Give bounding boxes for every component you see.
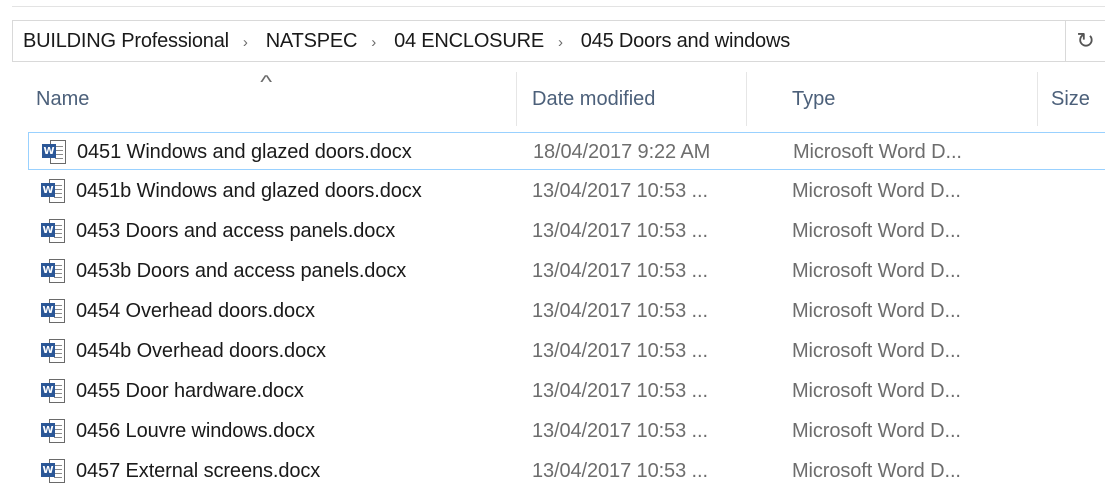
- column-header-size[interactable]: Size: [1051, 72, 1105, 126]
- file-type: Microsoft Word D...: [792, 219, 961, 242]
- window-top-strip: [0, 0, 1105, 20]
- file-row[interactable]: W 0451b Windows and glazed doors.docx 13/0…: [28, 172, 1105, 210]
- file-row[interactable]: W 0451 Windows and glazed doors.docx 18/04…: [28, 132, 1105, 170]
- file-row[interactable]: W 0456 Louvre windows.docx 13/04/2017 10:5…: [28, 412, 1105, 450]
- address-bar[interactable]: BUILDING Professional › NATSPEC › 04 ENC…: [12, 20, 1105, 62]
- column-header-row: ^ Name Date modified Type Size: [0, 72, 1105, 126]
- file-name: 0455 Door hardware.docx: [76, 379, 304, 402]
- file-row[interactable]: W 0453b Doors and access panels.docx 13/04…: [28, 252, 1105, 290]
- file-type: Microsoft Word D...: [793, 140, 962, 163]
- word-document-icon: W: [38, 372, 68, 410]
- file-type: Microsoft Word D...: [792, 299, 961, 322]
- file-name: 0457 External screens.docx: [76, 459, 321, 482]
- word-document-icon: W: [38, 212, 68, 250]
- file-name: 0453b Doors and access panels.docx: [76, 259, 407, 282]
- file-name: 0451b Windows and glazed doors.docx: [76, 179, 422, 202]
- column-header-date-modified[interactable]: Date modified: [532, 72, 747, 126]
- top-divider: [12, 6, 1105, 7]
- word-document-icon: W: [38, 332, 68, 370]
- file-date-modified: 13/04/2017 10:53 ...: [532, 459, 708, 482]
- breadcrumb-chevron-icon[interactable]: ›: [550, 34, 571, 51]
- file-row[interactable]: W 0457 External screens.docx 13/04/2017 10…: [28, 452, 1105, 490]
- breadcrumb-building-professional[interactable]: BUILDING Professional: [13, 30, 235, 53]
- column-divider[interactable]: [516, 72, 517, 126]
- file-name: 0451 Windows and glazed doors.docx: [77, 140, 412, 163]
- file-date-modified: 13/04/2017 10:53 ...: [532, 379, 708, 402]
- breadcrumb-045-doors-and-windows[interactable]: 045 Doors and windows: [571, 30, 796, 53]
- file-row[interactable]: W 0454 Overhead doors.docx 13/04/2017 10:5…: [28, 292, 1105, 330]
- file-date-modified: 13/04/2017 10:53 ...: [532, 419, 708, 442]
- file-name: 0454b Overhead doors.docx: [76, 339, 326, 362]
- file-date-modified: 13/04/2017 10:53 ...: [532, 299, 708, 322]
- refresh-icon[interactable]: ↻: [1065, 21, 1105, 61]
- file-name: 0454 Overhead doors.docx: [76, 299, 315, 322]
- word-document-icon: W: [38, 452, 68, 490]
- file-type: Microsoft Word D...: [792, 459, 961, 482]
- column-divider[interactable]: [1037, 72, 1038, 126]
- word-document-icon: W: [39, 133, 69, 171]
- file-date-modified: 18/04/2017 9:22 AM: [533, 140, 711, 163]
- file-row[interactable]: W 0453 Doors and access panels.docx 13/04/…: [28, 212, 1105, 250]
- column-header-size-label: Size: [1051, 87, 1090, 110]
- file-name: 0456 Louvre windows.docx: [76, 419, 315, 442]
- column-header-name[interactable]: Name: [36, 72, 516, 126]
- file-row[interactable]: W 0455 Door hardware.docx 13/04/2017 10:53…: [28, 372, 1105, 410]
- file-date-modified: 13/04/2017 10:53 ...: [532, 219, 708, 242]
- file-row[interactable]: W 0454b Overhead doors.docx 13/04/2017 10:…: [28, 332, 1105, 370]
- file-type: Microsoft Word D...: [792, 379, 961, 402]
- column-divider[interactable]: [746, 72, 747, 126]
- breadcrumb-04-enclosure[interactable]: 04 ENCLOSURE: [384, 30, 550, 53]
- column-header-type[interactable]: Type: [792, 72, 1022, 126]
- breadcrumb-natspec[interactable]: NATSPEC: [256, 30, 364, 53]
- word-document-icon: W: [38, 292, 68, 330]
- word-document-icon: W: [38, 252, 68, 290]
- file-date-modified: 13/04/2017 10:53 ...: [532, 339, 708, 362]
- word-document-icon: W: [38, 172, 68, 210]
- file-name: 0453 Doors and access panels.docx: [76, 219, 396, 242]
- file-date-modified: 13/04/2017 10:53 ...: [532, 179, 708, 202]
- word-document-icon: W: [38, 412, 68, 450]
- file-type: Microsoft Word D...: [792, 179, 961, 202]
- column-header-type-label: Type: [792, 87, 836, 110]
- file-type: Microsoft Word D...: [792, 259, 961, 282]
- column-header-name-label: Name: [36, 87, 90, 110]
- file-type: Microsoft Word D...: [792, 339, 961, 362]
- column-header-date-label: Date modified: [532, 87, 656, 110]
- breadcrumb-chevron-icon[interactable]: ›: [235, 34, 256, 51]
- breadcrumb-chevron-icon[interactable]: ›: [363, 34, 384, 51]
- file-type: Microsoft Word D...: [792, 419, 961, 442]
- file-date-modified: 13/04/2017 10:53 ...: [532, 259, 708, 282]
